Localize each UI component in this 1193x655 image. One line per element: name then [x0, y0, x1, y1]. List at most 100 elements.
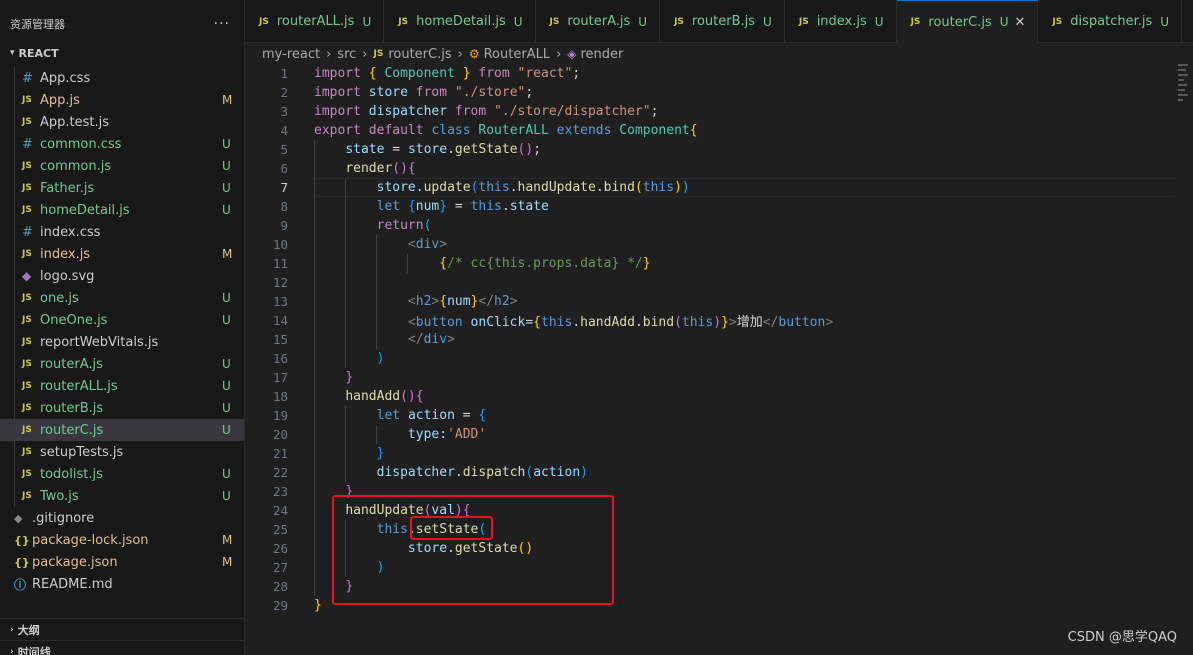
- timeline-label: 时间线: [17, 645, 51, 655]
- js-file-icon: JS: [22, 249, 32, 259]
- code-line[interactable]: 6 render(){: [245, 159, 1175, 178]
- folder-label: REACT: [18, 46, 59, 60]
- code-line[interactable]: 5 state = store.getState();: [245, 140, 1175, 159]
- line-number: 2: [280, 85, 288, 100]
- file-item[interactable]: # App.css: [0, 67, 244, 89]
- file-item[interactable]: JS routerB.js U: [0, 397, 244, 419]
- json-file-icon: {}: [14, 555, 30, 569]
- file-item[interactable]: JS index.js M: [0, 243, 244, 265]
- file-item[interactable]: ⓘ README.md: [0, 573, 244, 595]
- tab-label: routerB.js: [691, 14, 756, 29]
- git-status-badge: U: [222, 423, 231, 437]
- git-status-badge: U: [222, 291, 231, 305]
- code-line[interactable]: 3 import dispatcher from "./store/dispatc…: [245, 102, 1175, 121]
- tab-index[interactable]: JS index.js U: [785, 0, 897, 43]
- line-number: 22: [272, 465, 288, 480]
- js-file-icon: JS: [22, 183, 32, 193]
- tab-routerC[interactable]: JS routerC.js U ✕: [896, 0, 1039, 43]
- file-item[interactable]: JS one.js U: [0, 287, 244, 309]
- minimap[interactable]: [1178, 64, 1190, 134]
- timeline-section[interactable]: › 时间线: [0, 640, 244, 655]
- git-status-badge: U: [999, 15, 1009, 29]
- code-line[interactable]: 2 import store from "./store";: [245, 83, 1175, 102]
- code-line[interactable]: 13 <h2>{num}</h2>: [245, 292, 1175, 311]
- tab-label: index.js: [816, 14, 867, 29]
- code-line[interactable]: 29}: [245, 596, 1175, 615]
- code-line[interactable]: 11 {/* cc{this.props.data} */}: [245, 254, 1175, 273]
- line-number: 4: [280, 123, 288, 138]
- chevron-down-icon: ▾: [10, 48, 15, 58]
- file-item[interactable]: JS App.js M: [0, 89, 244, 111]
- file-item[interactable]: JS Father.js U: [0, 177, 244, 199]
- breadcrumb-item[interactable]: src: [337, 47, 356, 62]
- tab-homeDetail[interactable]: JS homeDetail.js U: [384, 0, 536, 43]
- outline-section[interactable]: › 大纲: [0, 618, 244, 640]
- code-line[interactable]: 18 handAdd(){: [245, 387, 1175, 406]
- chevron-right-icon: ›: [362, 46, 368, 62]
- file-item[interactable]: # index.css: [0, 221, 244, 243]
- file-name: App.test.js: [40, 114, 110, 130]
- js-file-icon: JS: [674, 16, 684, 27]
- code-line[interactable]: 28 }: [245, 577, 1175, 596]
- code-line[interactable]: 14 <button onClick={this.handAdd.bind(th…: [245, 311, 1175, 330]
- file-item[interactable]: JS routerC.js U: [0, 419, 244, 441]
- code-line[interactable]: 22 dispatcher.dispatch(action): [245, 463, 1175, 482]
- folder-react[interactable]: ▾ REACT: [0, 43, 244, 63]
- file-name: package.json: [32, 554, 118, 570]
- code-line[interactable]: 15 </div>: [245, 330, 1175, 349]
- file-item[interactable]: {} package.json M: [0, 551, 244, 573]
- file-item[interactable]: JS todolist.js U: [0, 463, 244, 485]
- more-actions-icon[interactable]: ···: [214, 16, 230, 32]
- file-item[interactable]: JS homeDetail.js U: [0, 199, 244, 221]
- code-line[interactable]: 26 store.getState(): [245, 539, 1175, 558]
- file-item[interactable]: {} package-lock.json M: [0, 529, 244, 551]
- file-item[interactable]: JS routerA.js U: [0, 353, 244, 375]
- git-status-badge: U: [222, 401, 231, 415]
- code-line[interactable]: 10 <div>: [245, 235, 1175, 254]
- tab-routerB[interactable]: JS routerB.js U: [660, 0, 785, 43]
- file-item[interactable]: JS common.js U: [0, 155, 244, 177]
- code-line[interactable]: 16 ): [245, 349, 1175, 368]
- breadcrumb-item[interactable]: my-react: [262, 47, 320, 62]
- line-number: 15: [272, 332, 288, 347]
- code-line[interactable]: 27 ): [245, 558, 1175, 577]
- code-line[interactable]: 20 type:'ADD': [245, 425, 1175, 444]
- file-item[interactable]: JS reportWebVitals.js: [0, 331, 244, 353]
- code-line[interactable]: 23 }: [245, 482, 1175, 501]
- code-line[interactable]: 24 handUpdate(val){: [245, 501, 1175, 520]
- js-file-icon: JS: [373, 49, 384, 59]
- git-status-badge: U: [874, 14, 884, 29]
- code-line[interactable]: 1 import { Component } from "react";: [245, 64, 1175, 83]
- tab-routerALL[interactable]: JS routerALL.js U: [245, 0, 385, 43]
- file-item[interactable]: # common.css U: [0, 133, 244, 155]
- code-line[interactable]: 4 export default class RouterALL extends …: [245, 121, 1175, 140]
- tab-label: homeDetail.js: [416, 14, 506, 29]
- chevron-right-icon: ›: [326, 46, 332, 62]
- code-line[interactable]: 19 let action = {: [245, 406, 1175, 425]
- file-item[interactable]: ◆ .gitignore: [0, 507, 244, 529]
- code-line[interactable]: 12: [245, 273, 1175, 292]
- code-line[interactable]: 7 store.update(this.handUpdate.bind(this…: [245, 178, 1175, 197]
- svg-file-icon: ◆: [22, 269, 32, 283]
- file-item[interactable]: JS setupTests.js: [0, 441, 244, 463]
- code-line[interactable]: 17 }: [245, 368, 1175, 387]
- close-icon[interactable]: ✕: [1015, 15, 1026, 30]
- git-status-badge: M: [222, 247, 233, 261]
- code-line[interactable]: 9 return(: [245, 216, 1175, 235]
- line-number: 8: [280, 199, 288, 214]
- file-name: routerB.js: [40, 400, 104, 416]
- breadcrumb-item[interactable]: render: [581, 47, 624, 62]
- file-item[interactable]: JS App.test.js: [0, 111, 244, 133]
- code-line[interactable]: 21 }: [245, 444, 1175, 463]
- breadcrumb-item[interactable]: RouterALL: [484, 47, 550, 62]
- file-item[interactable]: JS routerALL.js U: [0, 375, 244, 397]
- file-item[interactable]: ◆ logo.svg: [0, 265, 244, 287]
- file-item[interactable]: JS Two.js U: [0, 485, 244, 507]
- tab-routerA[interactable]: JS routerA.js U: [536, 0, 661, 43]
- code-line[interactable]: 8 let {num} = this.state: [245, 197, 1175, 216]
- file-item[interactable]: JS OneOne.js U: [0, 309, 244, 331]
- code-editor[interactable]: 1 import { Component } from "react"; 2 impo…: [245, 64, 1193, 655]
- breadcrumb-item[interactable]: routerC.js: [388, 47, 451, 62]
- code-line[interactable]: 25 this.setState(: [245, 520, 1175, 539]
- tab-dispatcher[interactable]: JS dispatcher.js U: [1038, 0, 1183, 43]
